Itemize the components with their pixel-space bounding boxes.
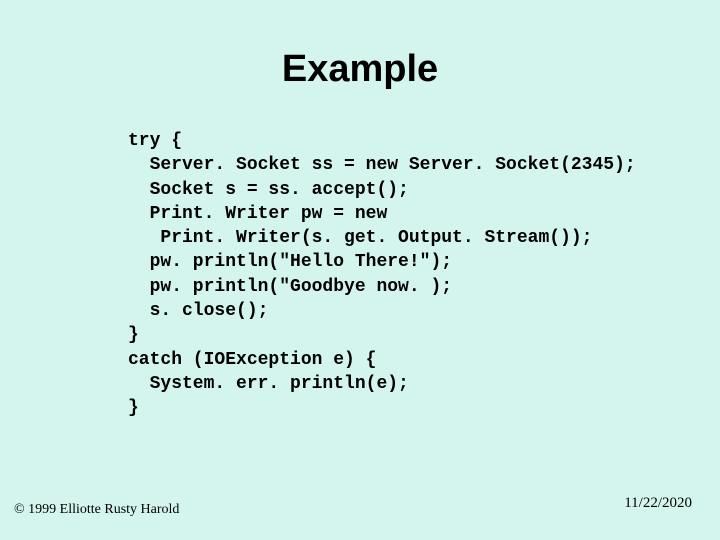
code-block: try { Server. Socket ss = new Server. So… bbox=[128, 129, 720, 421]
slide-title: Example bbox=[0, 0, 720, 91]
date-text: 11/22/2020 bbox=[624, 495, 692, 512]
copyright-text: © 1999 Elliotte Rusty Harold bbox=[14, 502, 179, 518]
